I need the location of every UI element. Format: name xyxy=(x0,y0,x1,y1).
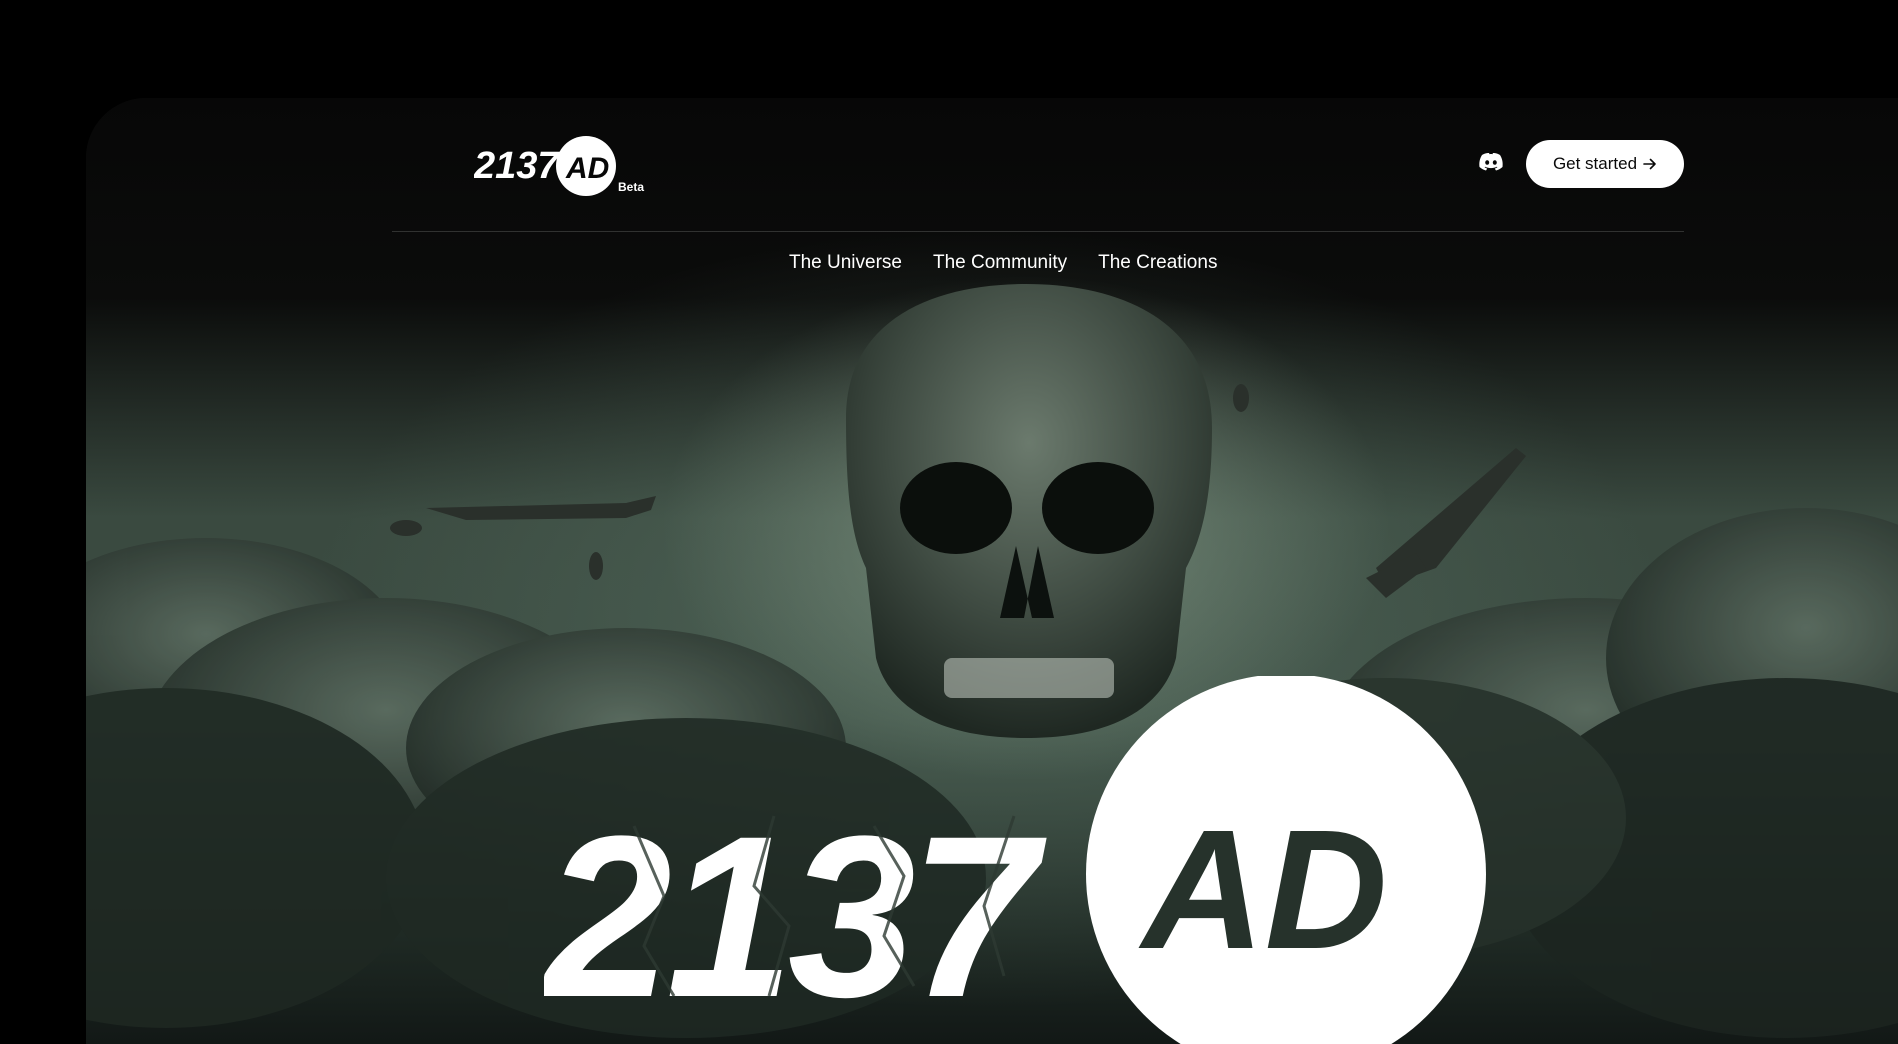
page: 2137 AD Beta Get started The Universe Th… xyxy=(0,0,1898,1044)
svg-text:AD: AD xyxy=(565,152,609,185)
skull xyxy=(846,284,1212,738)
nav-link-universe[interactable]: The Universe xyxy=(789,252,902,274)
hero-logo: 2137 AD xyxy=(544,676,1486,1044)
svg-text:AD: AD xyxy=(1138,795,1388,985)
nav-link-community[interactable]: The Community xyxy=(933,252,1067,274)
nav-link-creations[interactable]: The Creations xyxy=(1098,252,1217,274)
svg-text:2137: 2137 xyxy=(544,788,1047,1044)
main-nav: The Universe The Community The Creations xyxy=(789,252,1217,274)
header-divider xyxy=(392,231,1684,232)
discord-icon[interactable] xyxy=(1478,152,1504,172)
beta-label: Beta xyxy=(618,180,645,194)
site-frame: 2137 AD Beta Get started The Universe Th… xyxy=(86,98,1898,1044)
get-started-label: Get started xyxy=(1552,154,1638,173)
get-started-button[interactable]: Get started xyxy=(1526,140,1684,188)
svg-text:2137: 2137 xyxy=(474,145,560,187)
arrow-right-icon xyxy=(1643,158,1656,170)
